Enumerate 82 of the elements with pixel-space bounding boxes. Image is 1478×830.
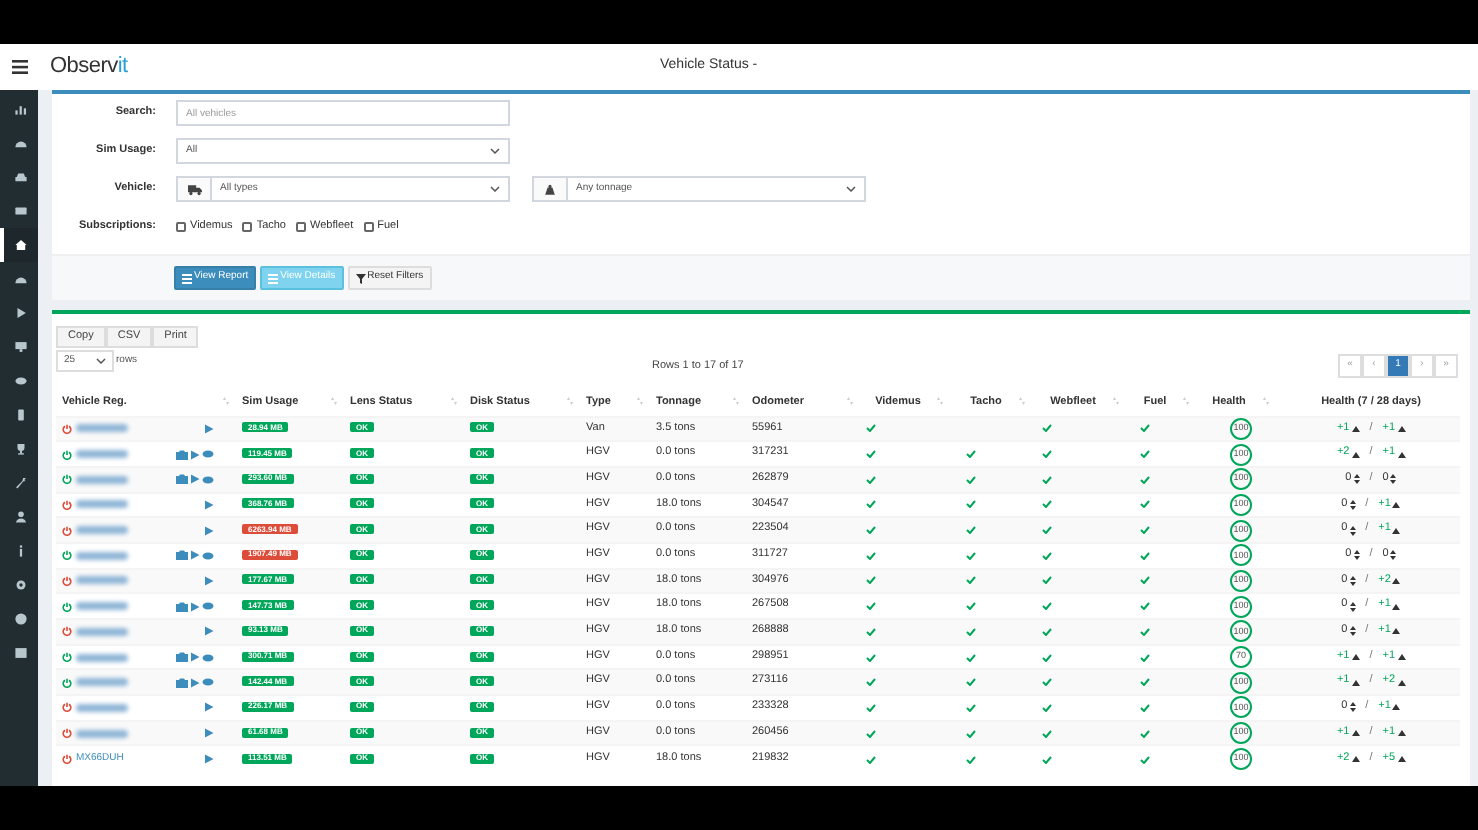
trend-up-icon: [1397, 730, 1406, 737]
play-icon[interactable]: [190, 601, 200, 612]
power-icon[interactable]: [62, 575, 72, 586]
power-icon[interactable]: [62, 474, 72, 485]
trend-up-icon: [1397, 756, 1406, 763]
up-down-icon: [1390, 474, 1397, 485]
trend-up-icon: [1351, 451, 1360, 458]
play-icon[interactable]: [190, 550, 200, 561]
trend-up-icon: [1392, 628, 1401, 635]
trend-up-icon: [1397, 425, 1406, 432]
logo: Observit: [50, 52, 128, 83]
camera-icon[interactable]: [176, 601, 188, 612]
camera-icon[interactable]: [176, 550, 188, 561]
up-down-icon: [1349, 525, 1356, 536]
up-down-icon: [1349, 626, 1356, 637]
trend-up-icon: [1392, 603, 1401, 610]
up-down-icon: [1349, 499, 1356, 510]
camera-icon[interactable]: [176, 677, 188, 688]
trend-up-icon: [1351, 425, 1360, 432]
power-icon[interactable]: [62, 449, 72, 460]
up-down-icon: [1349, 601, 1356, 612]
trend-up-icon: [1351, 756, 1360, 763]
play-icon[interactable]: [204, 702, 214, 713]
weight-icon: [544, 183, 556, 195]
wrench-icon[interactable]: [14, 476, 28, 490]
up-down-icon: [1353, 550, 1360, 561]
play-icon[interactable]: [204, 499, 214, 510]
chevron-down-icon: [846, 186, 856, 192]
chevron-down-icon: [96, 358, 106, 364]
power-icon[interactable]: [62, 499, 72, 510]
camera-icon[interactable]: [176, 474, 188, 485]
play-icon[interactable]: [190, 652, 200, 663]
checkbox[interactable]: [242, 222, 253, 232]
power-icon[interactable]: [62, 677, 72, 688]
up-down-icon: [1353, 474, 1360, 485]
home-icon[interactable]: [14, 238, 28, 252]
trend-up-icon: [1397, 679, 1406, 686]
user-icon[interactable]: [14, 510, 28, 524]
checkbox[interactable]: [296, 222, 306, 232]
power-icon[interactable]: [62, 626, 72, 637]
play-icon[interactable]: [190, 449, 200, 460]
filter-icon: [355, 273, 366, 283]
truck-icon: [187, 183, 201, 195]
list-icon: [182, 273, 192, 283]
gauge-icon[interactable]: [14, 272, 28, 286]
camera-icon[interactable]: [176, 449, 188, 460]
up-down-icon: [1390, 550, 1397, 561]
trend-up-icon: [1351, 730, 1360, 737]
trend-up-icon: [1392, 501, 1401, 508]
chart-icon[interactable]: [14, 102, 28, 116]
checkbox[interactable]: [363, 222, 374, 232]
trend-up-icon: [1351, 654, 1360, 661]
up-down-icon: [1349, 702, 1356, 713]
play-icon[interactable]: [14, 306, 28, 320]
list-icon: [268, 273, 279, 283]
chevron-down-icon: [490, 148, 500, 154]
trend-up-icon: [1351, 679, 1360, 686]
trend-up-icon: [1392, 527, 1401, 534]
trophy-icon[interactable]: [14, 442, 28, 456]
menu-icon[interactable]: [11, 60, 27, 74]
checkbox[interactable]: [176, 222, 186, 232]
power-icon[interactable]: [62, 601, 72, 612]
trend-up-icon: [1392, 704, 1401, 711]
power-icon[interactable]: [62, 754, 72, 765]
trend-up-icon: [1397, 654, 1406, 661]
power-icon[interactable]: [62, 652, 72, 663]
monitor-icon[interactable]: [14, 340, 28, 354]
play-icon[interactable]: [204, 754, 214, 765]
trend-up-icon: [1392, 577, 1401, 584]
power-icon[interactable]: [62, 525, 72, 536]
card-icon[interactable]: [14, 204, 28, 218]
power-icon[interactable]: [62, 550, 72, 561]
up-down-icon: [1349, 575, 1356, 586]
power-icon[interactable]: [62, 423, 72, 434]
info-icon[interactable]: [14, 544, 28, 558]
trend-up-icon: [1397, 451, 1406, 458]
chevron-down-icon: [490, 186, 500, 192]
settings-icon[interactable]: [14, 578, 28, 592]
power-icon[interactable]: [62, 728, 72, 739]
camera-icon[interactable]: [176, 652, 188, 663]
gauge-icon[interactable]: [14, 136, 28, 150]
power-icon[interactable]: [62, 702, 72, 713]
